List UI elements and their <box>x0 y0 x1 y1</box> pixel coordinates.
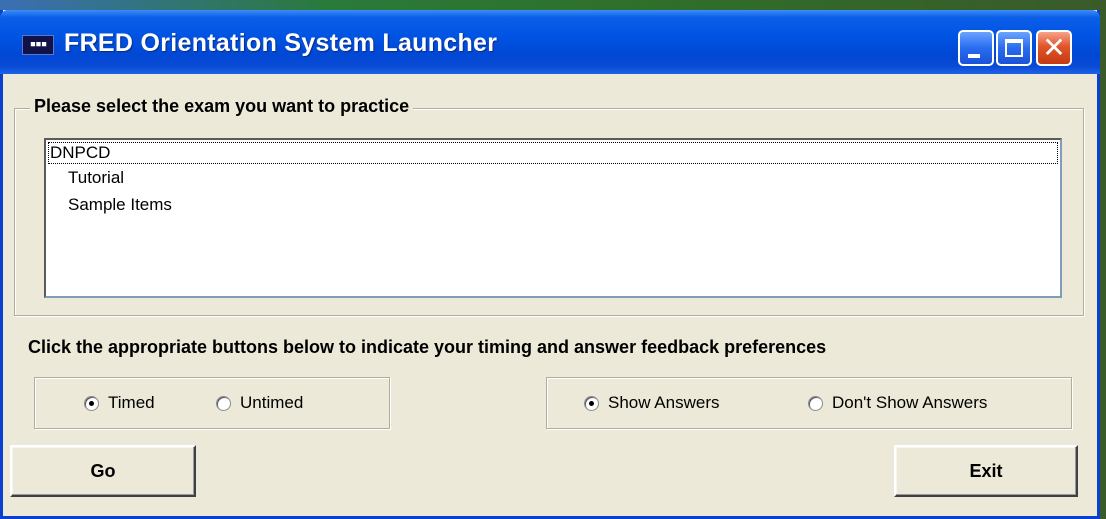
maximize-icon <box>1005 39 1023 57</box>
timed-radio[interactable] <box>84 396 99 411</box>
close-icon: ✕ <box>1042 31 1066 64</box>
title-bar[interactable]: ▪▪▪ FRED Orientation System Launcher ✕ <box>0 10 1100 74</box>
untimed-radio[interactable] <box>216 396 231 411</box>
list-item-sample-items[interactable]: Sample Items <box>68 195 172 215</box>
list-item-tutorial[interactable]: Tutorial <box>68 168 124 188</box>
maximize-button[interactable] <box>996 30 1032 66</box>
minimize-button[interactable] <box>958 30 994 66</box>
untimed-label[interactable]: Untimed <box>240 393 303 413</box>
list-item-dnpcd[interactable]: DNPCD <box>48 142 1058 164</box>
go-button[interactable]: Go <box>10 445 196 497</box>
dont-show-answers-label[interactable]: Don't Show Answers <box>832 393 987 413</box>
show-answers-label[interactable]: Show Answers <box>608 393 720 413</box>
show-answers-radio[interactable] <box>584 396 599 411</box>
app-icon: ▪▪▪ <box>22 35 54 55</box>
exam-listbox[interactable]: DNPCD Tutorial Sample Items <box>44 138 1062 298</box>
dont-show-answers-radio[interactable] <box>808 396 823 411</box>
minimize-icon <box>968 54 980 58</box>
close-button[interactable]: ✕ <box>1036 30 1072 66</box>
instructions-text: Click the appropriate buttons below to i… <box>28 337 827 357</box>
window-title: FRED Orientation System Launcher <box>64 29 498 57</box>
exit-button[interactable]: Exit <box>894 445 1078 497</box>
exam-group-legend: Please select the exam you want to pract… <box>30 96 414 117</box>
timed-label[interactable]: Timed <box>108 393 155 413</box>
